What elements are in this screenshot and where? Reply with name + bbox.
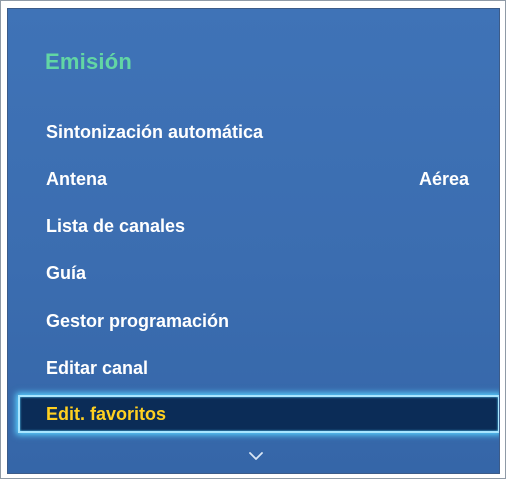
menu-item-label: Guía bbox=[46, 263, 87, 283]
screen-frame: Emisión Sintonización automática Antena … bbox=[0, 0, 506, 479]
menu-item-label: Lista de canales bbox=[46, 216, 186, 236]
menu-item-guide[interactable]: Guía bbox=[8, 253, 499, 293]
broadcast-menu-panel: Emisión Sintonización automática Antena … bbox=[7, 8, 500, 474]
menu-item-label: Edit. favoritos bbox=[46, 404, 167, 424]
menu-item-label: Sintonización automática bbox=[46, 122, 264, 142]
menu-item-auto-tuning[interactable]: Sintonización automática bbox=[8, 112, 499, 152]
menu-item-label: Gestor programación bbox=[46, 311, 230, 331]
menu-item-antenna[interactable]: Antena Aérea bbox=[8, 159, 499, 199]
menu-item-channel-list[interactable]: Lista de canales bbox=[8, 206, 499, 246]
menu-item-edit-channel[interactable]: Editar canal bbox=[8, 348, 499, 388]
menu-list: Sintonización automática Antena Aérea Li… bbox=[8, 9, 499, 473]
menu-item-label: Antena bbox=[46, 169, 108, 189]
chevron-down-icon[interactable] bbox=[248, 449, 264, 463]
menu-item-edit-favorites[interactable]: Edit. favoritos bbox=[18, 395, 499, 433]
menu-item-label: Editar canal bbox=[46, 358, 149, 378]
menu-item-value: Aérea bbox=[418, 169, 469, 189]
menu-item-schedule-manager[interactable]: Gestor programación bbox=[8, 301, 499, 341]
